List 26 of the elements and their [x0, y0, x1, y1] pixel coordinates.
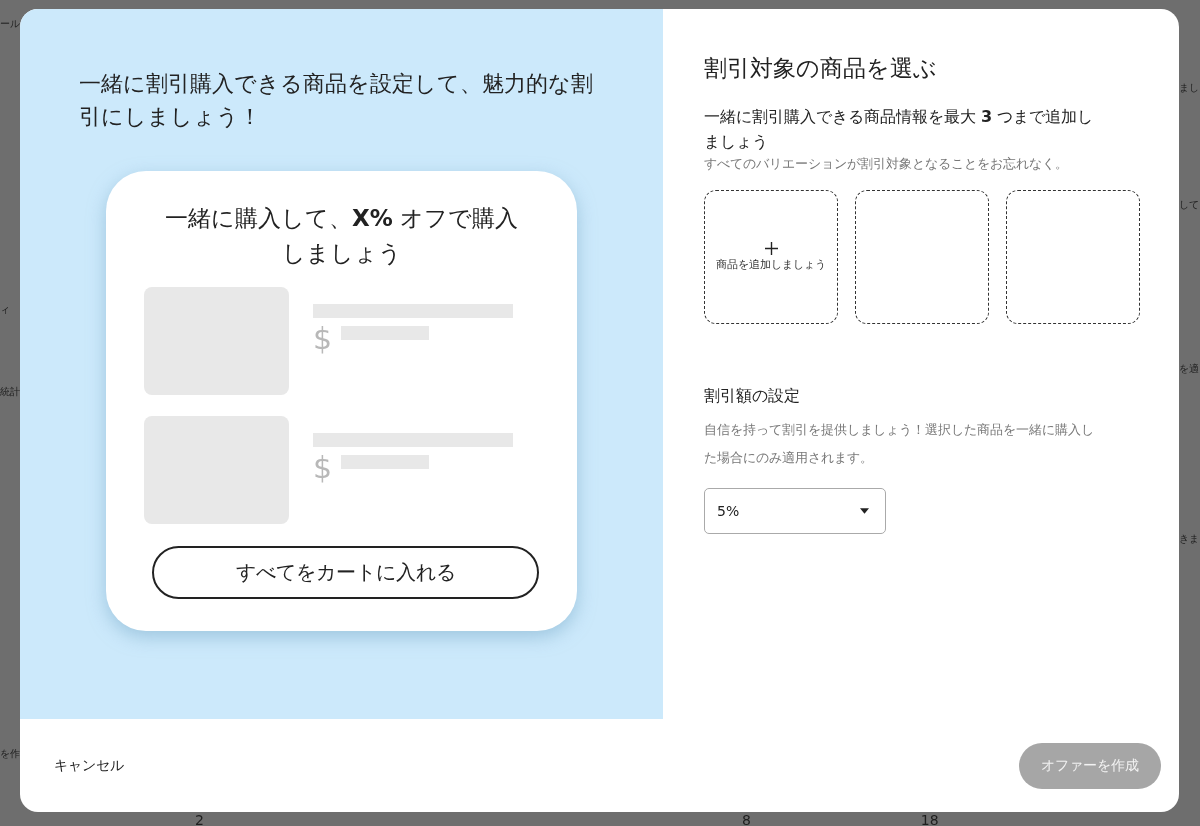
products-heading: 一緒に割引購入できる商品情報を最大 3 つまで追加しましょう — [704, 106, 1095, 153]
background-text: して — [1179, 199, 1199, 211]
panel-title: 割引対象の商品を選ぶ — [704, 54, 938, 83]
preview-headline: 一緒に割引購入できる商品を設定して、魅力的な割引にしましょう！ — [79, 70, 594, 131]
currency-symbol: $ — [313, 324, 334, 354]
products-hint: すべてのバリエーションが割引対象となることをお忘れなく。 — [704, 155, 1069, 173]
background-text: 8 — [741, 814, 751, 826]
discount-heading: 割引額の設定 — [704, 385, 801, 407]
currency-symbol: $ — [313, 453, 334, 483]
background-text: ィ — [0, 304, 10, 316]
discount-select[interactable]: 5% — [704, 488, 886, 534]
cancel-button[interactable]: キャンセル — [46, 748, 132, 783]
card-title: 一緒に購入して、X% オフで購入しましょう — [163, 204, 520, 268]
add-to-cart-button[interactable]: すべてをカートに入れる — [152, 546, 539, 599]
caret-icon — [860, 508, 869, 514]
background-text: を適 — [1179, 363, 1199, 375]
background-text: ール — [0, 18, 20, 30]
background-text: 統計 — [0, 386, 20, 398]
background-text: きま — [1179, 533, 1199, 545]
background-text: まし — [1179, 82, 1199, 94]
background-text: 18 — [920, 814, 939, 826]
plus-icon — [764, 241, 778, 255]
discount-description: 自信を持って割引を提供しましょう！選択した商品を一緒に購入した場合にのみ適用されます。 — [704, 421, 1095, 467]
background-text: を作 — [0, 748, 20, 760]
add-product-slot[interactable]: 商品を追加しましょう — [704, 190, 838, 324]
background-text: 2 — [195, 814, 204, 826]
